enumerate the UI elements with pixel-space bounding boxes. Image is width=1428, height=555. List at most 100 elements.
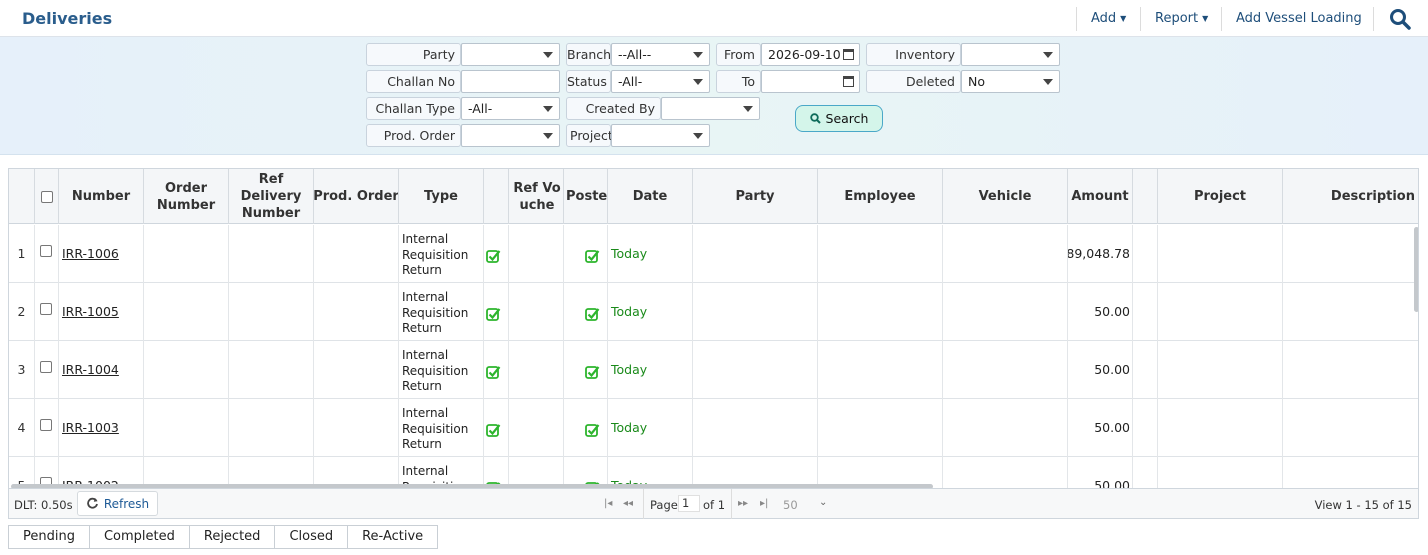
order-number-cell	[144, 225, 229, 283]
amount-text: 50.00	[1094, 420, 1130, 435]
col-prod-order[interactable]: Prod. Order	[314, 169, 399, 224]
inventory-select[interactable]	[961, 43, 1060, 66]
col-party[interactable]: Party	[693, 169, 818, 224]
date-cell: Today	[608, 399, 693, 457]
number-link[interactable]: IRR-1005	[62, 304, 119, 319]
description-cell	[1283, 399, 1418, 457]
number-link[interactable]: IRR-1006	[62, 246, 119, 261]
branch-value: --All--	[618, 47, 652, 62]
row-checkbox[interactable]	[40, 245, 52, 257]
page-size-select[interactable]: 50	[783, 498, 798, 512]
table-row[interactable]: 4 IRR-1003 Internal Requisition Return Toda…	[9, 399, 1418, 457]
last-page-icon[interactable]: ▸|	[760, 498, 768, 509]
vehicle-cell	[943, 399, 1068, 457]
created-by-select[interactable]	[661, 97, 760, 120]
extra-cell	[1133, 399, 1158, 457]
employee-cell	[818, 283, 943, 341]
col-ref-delivery-number[interactable]: Ref Delivery Number	[229, 169, 314, 224]
search-button[interactable]: Search	[795, 105, 883, 132]
add-vessel-loading-link[interactable]: Add Vessel Loading	[1236, 0, 1362, 37]
col-project[interactable]: Project	[1158, 169, 1283, 224]
description-cell	[1283, 225, 1418, 283]
table-row[interactable]: 2 IRR-1005 Internal Requisition Return Toda…	[9, 283, 1418, 341]
col-number[interactable]: Number	[59, 169, 144, 224]
party-cell	[693, 225, 818, 283]
deleted-select[interactable]: No	[961, 70, 1060, 93]
amount-cell: 50.00	[1068, 341, 1133, 399]
chevron-down-icon: ▼	[1202, 14, 1209, 23]
challan-no-input[interactable]	[461, 70, 560, 93]
search-icon[interactable]	[1389, 8, 1411, 30]
row-select-cell	[35, 399, 59, 457]
prev-page-icon[interactable]: ◂◂	[623, 498, 633, 509]
col-posted[interactable]: Poste	[564, 169, 608, 224]
col-vehicle[interactable]: Vehicle	[943, 169, 1068, 224]
number-link[interactable]: IRR-1003	[62, 420, 119, 435]
party-select[interactable]	[461, 43, 560, 66]
add-menu[interactable]: Add ▼	[1091, 0, 1126, 37]
row-checkbox[interactable]	[40, 419, 52, 431]
branch-select[interactable]: --All--	[611, 43, 710, 66]
search-button-label: Search	[825, 111, 869, 126]
from-label: From	[716, 43, 761, 66]
first-page-icon[interactable]: |◂	[604, 498, 612, 509]
ref-voucher-cell	[509, 399, 564, 457]
col-order-number[interactable]: Order Number	[144, 169, 229, 224]
row-checkbox[interactable]	[40, 361, 52, 373]
amount-cell: 50.00	[1068, 283, 1133, 341]
table-row[interactable]: 3 IRR-1004 Internal Requisition Return Toda…	[9, 341, 1418, 399]
chevron-down-icon	[543, 52, 553, 58]
col-date[interactable]: Date	[608, 169, 693, 224]
status-select[interactable]: -All-	[611, 70, 710, 93]
report-menu[interactable]: Report ▼	[1155, 0, 1208, 37]
party-cell	[693, 283, 818, 341]
challan-type-value: -All-	[468, 101, 493, 116]
col-description[interactable]: Description	[1283, 169, 1418, 224]
deleted-value: No	[968, 74, 985, 89]
status-tabs: Pending Completed Rejected Closed Re-Act…	[8, 525, 439, 549]
extra-cell	[1133, 225, 1158, 283]
tab-closed[interactable]: Closed	[274, 525, 348, 549]
calendar-icon[interactable]	[843, 49, 854, 60]
col-ref-voucher[interactable]: Ref Vouche	[509, 169, 564, 224]
flag-cell	[484, 283, 509, 341]
chevron-down-icon	[743, 106, 753, 112]
col-type[interactable]: Type	[399, 169, 484, 224]
project-select[interactable]	[611, 124, 710, 147]
vehicle-cell	[943, 457, 1068, 488]
challan-type-label: Challan Type	[366, 97, 461, 120]
chevron-down-icon	[543, 133, 553, 139]
table-row[interactable]: 1 IRR-1006 Internal Requisition Return Toda…	[9, 225, 1418, 283]
deliveries-grid: Number Order Number Ref Delivery Number …	[8, 168, 1419, 489]
inventory-label: Inventory	[866, 43, 961, 66]
challan-type-select[interactable]: -All-	[461, 97, 560, 120]
next-page-icon[interactable]: ▸▸	[738, 498, 748, 509]
tab-completed[interactable]: Completed	[88, 525, 189, 549]
page-input[interactable]: 1	[678, 495, 700, 512]
prod-order-select[interactable]	[461, 124, 560, 147]
from-date-field[interactable]: 2026-09-10	[761, 43, 860, 66]
col-extra	[1133, 169, 1158, 224]
posted-cell	[564, 341, 608, 399]
number-link[interactable]: IRR-1004	[62, 362, 119, 377]
tab-re-active[interactable]: Re-Active	[347, 525, 439, 549]
vehicle-cell	[943, 341, 1068, 399]
tab-pending[interactable]: Pending	[8, 525, 89, 549]
vertical-scrollbar[interactable]	[1414, 227, 1418, 312]
chevron-down-icon[interactable]: ⌄	[819, 497, 827, 508]
order-number-cell	[144, 283, 229, 341]
project-cell	[1158, 225, 1283, 283]
type-cell: Internal Requisition Return	[399, 283, 484, 341]
tab-rejected[interactable]: Rejected	[188, 525, 275, 549]
col-amount[interactable]: Amount	[1068, 169, 1133, 224]
filter-panel: Party Branch --All-- From 2026-09-10 Inv…	[0, 37, 1428, 155]
refresh-button[interactable]: Refresh	[77, 491, 158, 516]
col-employee[interactable]: Employee	[818, 169, 943, 224]
select-all-checkbox[interactable]	[40, 190, 53, 203]
amount-text: 50.00	[1094, 362, 1130, 377]
calendar-icon[interactable]	[843, 76, 854, 87]
row-checkbox[interactable]	[40, 303, 52, 315]
party-cell	[693, 341, 818, 399]
flag-cell	[484, 225, 509, 283]
to-date-field[interactable]	[761, 70, 860, 93]
